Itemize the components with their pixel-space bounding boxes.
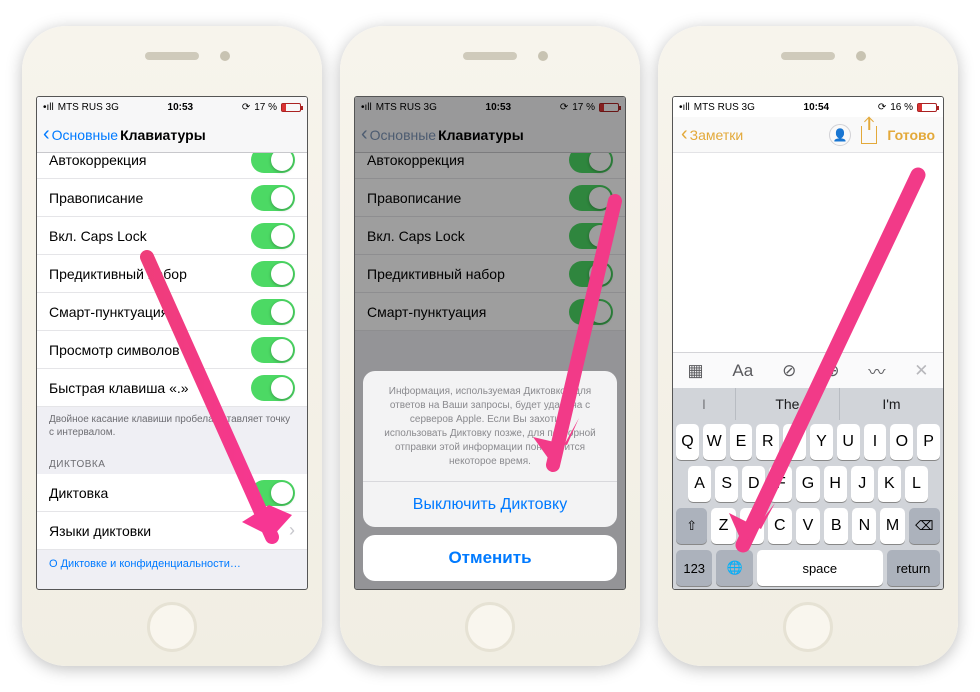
kb-row-2: A S D F G H J K L: [676, 466, 940, 502]
key-y[interactable]: Y: [810, 424, 833, 460]
key-a[interactable]: A: [688, 466, 711, 502]
home-button[interactable]: [147, 602, 197, 652]
key-f[interactable]: F: [769, 466, 792, 502]
share-icon[interactable]: [861, 126, 877, 144]
screen-actionsheet: •ıllMTS RUS 3G 10:53 ⟳17 % ‹ Основные Кл…: [354, 96, 626, 590]
chevron-right-icon: ›: [289, 520, 295, 541]
keyboard: Q W E R T Y U I O P A S D F G H J K L: [673, 420, 943, 589]
numbers-key[interactable]: 123: [676, 550, 712, 586]
navbar: ‹ Основные Клавиатуры: [37, 117, 307, 153]
key-l[interactable]: L: [905, 466, 928, 502]
delete-key[interactable]: ⌫: [909, 508, 940, 544]
back-button[interactable]: ‹ Основные: [43, 123, 118, 146]
toggle-on-icon[interactable]: [251, 480, 295, 506]
key-u[interactable]: U: [837, 424, 860, 460]
disable-dictation-button[interactable]: Выключить Диктовку: [363, 481, 617, 527]
kb-row-3: ⇧ Z X C V B N M ⌫: [676, 508, 940, 544]
row-smartpunct[interactable]: Смарт-пунктуация: [37, 293, 307, 331]
key-n[interactable]: N: [852, 508, 876, 544]
status-bar: •ıllMTS RUS 3G 10:54 ⟳16 %: [673, 97, 943, 117]
key-j[interactable]: J: [851, 466, 874, 502]
chevron-left-icon: ‹: [681, 123, 688, 146]
status-bar: •ıllMTS RUS 3G 10:53 ⟳17 %: [37, 97, 307, 117]
toggle-on-icon[interactable]: [251, 261, 295, 287]
note-body[interactable]: [673, 153, 943, 352]
toggle-on-icon[interactable]: [251, 223, 295, 249]
row-shortcut[interactable]: Быстрая клавиша «.»: [37, 369, 307, 407]
home-button[interactable]: [783, 602, 833, 652]
key-x[interactable]: X: [740, 508, 764, 544]
key-z[interactable]: Z: [711, 508, 735, 544]
page-title: Клавиатуры: [120, 127, 206, 143]
key-h[interactable]: H: [824, 466, 847, 502]
format-toolbar: ▦ Aa ⊘ ⊕ 〰 ✕: [673, 352, 943, 388]
globe-icon: 🌐: [727, 560, 743, 576]
key-k[interactable]: K: [878, 466, 901, 502]
home-button[interactable]: [465, 602, 515, 652]
row-dictation[interactable]: Диктовка: [37, 474, 307, 512]
suggestion-1[interactable]: I: [673, 388, 736, 420]
key-o[interactable]: O: [890, 424, 913, 460]
row-charpreview[interactable]: Просмотр символов: [37, 331, 307, 369]
text-format-button[interactable]: Aa: [732, 361, 753, 381]
row-predictive[interactable]: Предиктивный набор: [37, 255, 307, 293]
key-t[interactable]: T: [783, 424, 806, 460]
kb-row-1: Q W E R T Y U I O P: [676, 424, 940, 460]
section-dictation: ДИКТОВКА: [37, 445, 307, 474]
chevron-left-icon: ‹: [43, 123, 50, 146]
add-attachment-icon[interactable]: ⊕: [825, 361, 839, 381]
notes-back-button[interactable]: ‹Заметки: [681, 123, 743, 146]
space-key[interactable]: space: [757, 550, 883, 586]
cancel-button[interactable]: Отменить: [363, 535, 617, 581]
toggle-on-icon[interactable]: [251, 185, 295, 211]
key-c[interactable]: C: [768, 508, 792, 544]
shift-icon: ⇧: [686, 518, 697, 534]
key-v[interactable]: V: [796, 508, 820, 544]
action-sheet: Информация, используемая Диктовкой для о…: [363, 371, 617, 581]
toggle-on-icon[interactable]: [251, 337, 295, 363]
phone-3: •ıllMTS RUS 3G 10:54 ⟳16 % ‹Заметки 👤 Го…: [658, 26, 958, 666]
key-b[interactable]: B: [824, 508, 848, 544]
collaborate-icon[interactable]: 👤: [829, 124, 851, 146]
done-button[interactable]: Готово: [887, 127, 935, 143]
screen-notes: •ıllMTS RUS 3G 10:54 ⟳16 % ‹Заметки 👤 Го…: [672, 96, 944, 590]
close-toolbar-icon[interactable]: ✕: [914, 361, 928, 381]
key-m[interactable]: M: [880, 508, 904, 544]
suggestion-bar: I The I'm: [673, 388, 943, 420]
return-key[interactable]: return: [887, 550, 940, 586]
toggle-on-icon[interactable]: [251, 299, 295, 325]
suggestion-2[interactable]: The: [736, 388, 840, 420]
key-i[interactable]: I: [864, 424, 887, 460]
kb-row-4: 123 🌐 space return: [676, 550, 940, 586]
backspace-icon: ⌫: [915, 518, 933, 534]
sheet-message: Информация, используемая Диктовкой для о…: [363, 371, 617, 481]
key-q[interactable]: Q: [676, 424, 699, 460]
key-p[interactable]: P: [917, 424, 940, 460]
globe-key[interactable]: 🌐: [716, 550, 752, 586]
phone-2: •ıllMTS RUS 3G 10:53 ⟳17 % ‹ Основные Кл…: [340, 26, 640, 666]
key-w[interactable]: W: [703, 424, 726, 460]
draw-icon[interactable]: 〰: [868, 358, 885, 383]
suggestion-3[interactable]: I'm: [840, 388, 943, 420]
table-icon[interactable]: ▦: [687, 361, 703, 381]
settings-list: Автокоррекция Правописание Вкл. Caps Loc…: [37, 153, 307, 589]
shift-key[interactable]: ⇧: [676, 508, 707, 544]
toggle-on-icon[interactable]: [251, 375, 295, 401]
row-dictlangs[interactable]: Языки диктовки›: [37, 512, 307, 550]
toggle-on-icon[interactable]: [251, 153, 295, 173]
phone-1: •ıllMTS RUS 3G 10:53 ⟳17 % ‹ Основные Кл…: [22, 26, 322, 666]
shortcut-footer: Двойное касание клавиши пробела вставляе…: [37, 407, 307, 445]
dictation-privacy-link[interactable]: О Диктовке и конфиденциальности…: [37, 550, 307, 578]
notes-navbar: ‹Заметки 👤 Готово: [673, 117, 943, 153]
checklist-icon[interactable]: ⊘: [782, 361, 796, 381]
row-capslock[interactable]: Вкл. Caps Lock: [37, 217, 307, 255]
key-e[interactable]: E: [730, 424, 753, 460]
key-g[interactable]: G: [796, 466, 819, 502]
key-s[interactable]: S: [715, 466, 738, 502]
key-d[interactable]: D: [742, 466, 765, 502]
screen-settings: •ıllMTS RUS 3G 10:53 ⟳17 % ‹ Основные Кл…: [36, 96, 308, 590]
row-spelling[interactable]: Правописание: [37, 179, 307, 217]
key-r[interactable]: R: [756, 424, 779, 460]
row-autocorrect[interactable]: Автокоррекция: [37, 153, 307, 179]
